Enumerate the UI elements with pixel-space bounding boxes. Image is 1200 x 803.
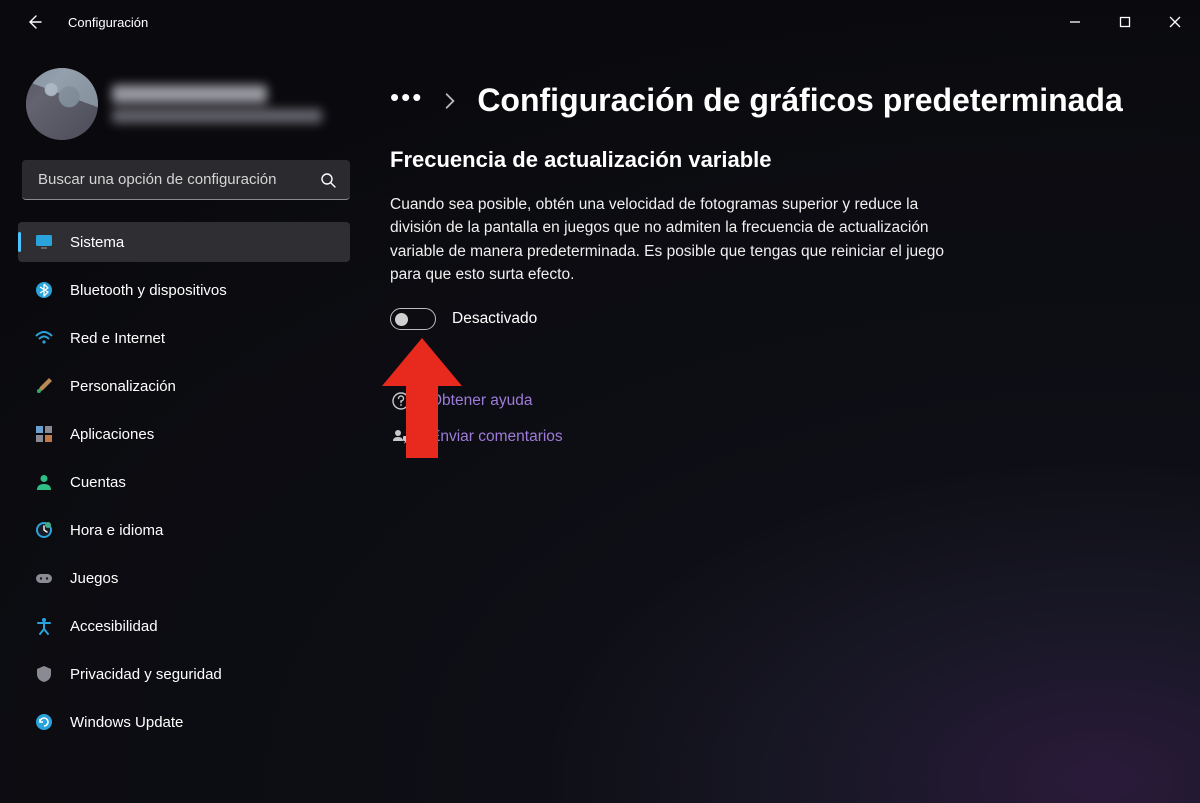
bluetooth-icon <box>34 280 54 300</box>
nav-item-sistema[interactable]: Sistema <box>18 222 350 262</box>
nav-label: Sistema <box>70 234 124 251</box>
back-arrow-icon <box>26 14 42 30</box>
vrr-toggle-row: Desactivado <box>390 308 1160 330</box>
breadcrumb-more-button[interactable]: ••• <box>390 84 423 118</box>
apps-icon <box>34 424 54 444</box>
feedback-icon <box>390 426 412 448</box>
avatar <box>26 68 98 140</box>
chevron-right-icon <box>441 92 459 110</box>
minimize-icon <box>1069 16 1081 28</box>
vrr-toggle[interactable] <box>390 308 436 330</box>
nav-label: Cuentas <box>70 474 126 491</box>
nav-label: Privacidad y seguridad <box>70 666 222 683</box>
nav-item-juegos[interactable]: Juegos <box>18 558 350 598</box>
nav-item-cuentas[interactable]: Cuentas <box>18 462 350 502</box>
nav-list: Sistema Bluetooth y dispositivos Red e I… <box>18 222 350 742</box>
update-icon <box>34 712 54 732</box>
help-link-row: Obtener ayuda <box>390 390 1160 412</box>
help-icon <box>390 390 412 412</box>
profile-block[interactable] <box>26 68 350 140</box>
section-heading: Frecuencia de actualización variable <box>390 147 1160 173</box>
nav-label: Aplicaciones <box>70 426 154 443</box>
close-icon <box>1169 16 1181 28</box>
help-links: Obtener ayuda Enviar comentarios <box>390 390 1160 448</box>
nav-label: Red e Internet <box>70 330 165 347</box>
page-title: Configuración de gráficos predeterminada <box>477 82 1122 119</box>
search-box[interactable] <box>22 160 350 200</box>
person-icon <box>34 472 54 492</box>
titlebar: Configuración <box>0 0 1200 44</box>
nav-label: Accesibilidad <box>70 618 158 635</box>
nav-label: Hora e idioma <box>70 522 163 539</box>
maximize-button[interactable] <box>1100 3 1150 41</box>
nav-item-hora[interactable]: Hora e idioma <box>18 510 350 550</box>
nav-item-red[interactable]: Red e Internet <box>18 318 350 358</box>
nav-label: Personalización <box>70 378 176 395</box>
search-icon <box>320 172 336 188</box>
sidebar: Sistema Bluetooth y dispositivos Red e I… <box>0 44 360 803</box>
nav-label: Juegos <box>70 570 118 587</box>
nav-item-update[interactable]: Windows Update <box>18 702 350 742</box>
app-title: Configuración <box>68 15 148 30</box>
profile-text-redacted <box>112 85 322 123</box>
nav-item-privacidad[interactable]: Privacidad y seguridad <box>18 654 350 694</box>
send-feedback-link[interactable]: Enviar comentarios <box>430 428 563 446</box>
nav-label: Windows Update <box>70 714 183 731</box>
monitor-icon <box>34 232 54 252</box>
breadcrumb: ••• Configuración de gráficos predetermi… <box>390 82 1160 119</box>
search-input[interactable] <box>38 171 320 188</box>
back-button[interactable] <box>20 8 48 36</box>
window-controls <box>1050 3 1200 41</box>
wifi-icon <box>34 328 54 348</box>
minimize-button[interactable] <box>1050 3 1100 41</box>
vrr-toggle-label: Desactivado <box>452 310 537 328</box>
brush-icon <box>34 376 54 396</box>
nav-item-accesibilidad[interactable]: Accesibilidad <box>18 606 350 646</box>
close-button[interactable] <box>1150 3 1200 41</box>
nav-item-personalizacion[interactable]: Personalización <box>18 366 350 406</box>
section-description: Cuando sea posible, obtén una velocidad … <box>390 193 950 286</box>
nav-item-bluetooth[interactable]: Bluetooth y dispositivos <box>18 270 350 310</box>
clock-icon <box>34 520 54 540</box>
feedback-link-row: Enviar comentarios <box>390 426 1160 448</box>
maximize-icon <box>1119 16 1131 28</box>
main-content: ••• Configuración de gráficos predetermi… <box>360 44 1200 803</box>
toggle-knob <box>395 313 408 326</box>
nav-item-aplicaciones[interactable]: Aplicaciones <box>18 414 350 454</box>
accessibility-icon <box>34 616 54 636</box>
gamepad-icon <box>34 568 54 588</box>
shield-icon <box>34 664 54 684</box>
get-help-link[interactable]: Obtener ayuda <box>430 392 533 410</box>
nav-label: Bluetooth y dispositivos <box>70 282 227 299</box>
